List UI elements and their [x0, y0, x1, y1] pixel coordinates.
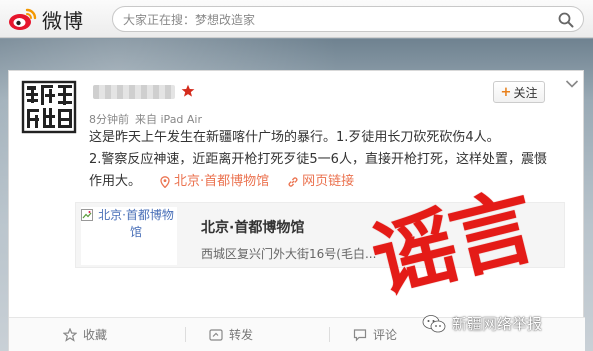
post-text-line: 这是昨天上午发生在新疆喀什广场的暴行。1.歹徒用长刀砍死砍伤4人。 — [89, 130, 500, 145]
post-time[interactable]: 8分钟前 — [89, 113, 129, 126]
post-text-line: 2.警察反应神速，近距离开枪打死歹徒5一6人，直接开枪打死，这样处置，震慑 — [89, 152, 547, 167]
post-text-tail: 作用大。 — [89, 174, 142, 189]
top-bar: 微博 — [0, 0, 593, 38]
post-text-line: 作用大。 北京·首都博物馆 网页链接 — [89, 171, 569, 193]
comment-label: 评论 — [373, 328, 398, 342]
plus-icon: + — [500, 84, 512, 100]
divider — [185, 327, 186, 342]
weibo-post-card: + 关注 8分钟前 来自 iPad Air 这是昨天上午发生在新疆喀什广场的暴行。… — [8, 70, 585, 351]
favorite-button[interactable]: 收藏 — [63, 326, 107, 343]
logo-text: 微博 — [42, 8, 84, 33]
location-name[interactable]: 北京·首都博物馆 — [201, 217, 304, 237]
post-meta: 8分钟前 来自 iPad Air — [89, 111, 202, 127]
web-link-label: 网页链接 — [302, 174, 355, 189]
chevron-down-icon[interactable] — [565, 79, 579, 89]
star-outline-icon — [63, 327, 77, 342]
search-box — [112, 6, 584, 32]
post-source[interactable]: 来自 iPad Air — [135, 113, 202, 126]
comment-icon — [353, 328, 367, 341]
location-card[interactable]: 北京·首都博物馆 北京·首都博物馆 西城区复兴门外大街16号(毛白... — [75, 202, 565, 268]
favorite-label: 收藏 — [83, 328, 108, 342]
repost-label: 转发 — [229, 328, 254, 342]
follow-button[interactable]: + 关注 — [493, 81, 545, 103]
star-icon — [181, 84, 195, 97]
divider — [329, 327, 330, 342]
web-link[interactable]: 网页链接 — [287, 171, 354, 193]
weibo-logo[interactable]: 微博 — [8, 6, 84, 33]
username[interactable] — [93, 85, 175, 99]
location-address: 西城区复兴门外大街16号(毛白... — [201, 247, 377, 261]
follow-label: 关注 — [513, 85, 538, 100]
broken-image-icon — [81, 209, 93, 221]
post-text: 这是昨天上午发生在新疆喀什广场的暴行。1.歹徒用长刀砍死砍伤4人。 2.警察反应… — [89, 127, 569, 193]
link-icon — [288, 177, 298, 187]
weibo-logo-icon — [9, 8, 37, 30]
repost-button[interactable]: 转发 — [209, 326, 253, 343]
location-link-label: 北京·首都博物馆 — [174, 174, 270, 189]
repost-icon — [209, 328, 223, 341]
location-pin-icon — [160, 176, 170, 188]
location-thumbnail: 北京·首都博物馆 — [81, 207, 177, 265]
search-input[interactable] — [123, 10, 543, 29]
search-icon[interactable] — [558, 12, 574, 28]
seal-avatar-image — [19, 77, 79, 137]
action-bar: 收藏 转发 评论 — [9, 317, 585, 351]
location-link[interactable]: 北京·首都博物馆 — [159, 171, 269, 193]
location-thumbnail-alt: 北京·首都博物馆 — [98, 208, 174, 239]
comment-button[interactable]: 评论 — [353, 326, 397, 343]
avatar[interactable] — [19, 77, 79, 137]
